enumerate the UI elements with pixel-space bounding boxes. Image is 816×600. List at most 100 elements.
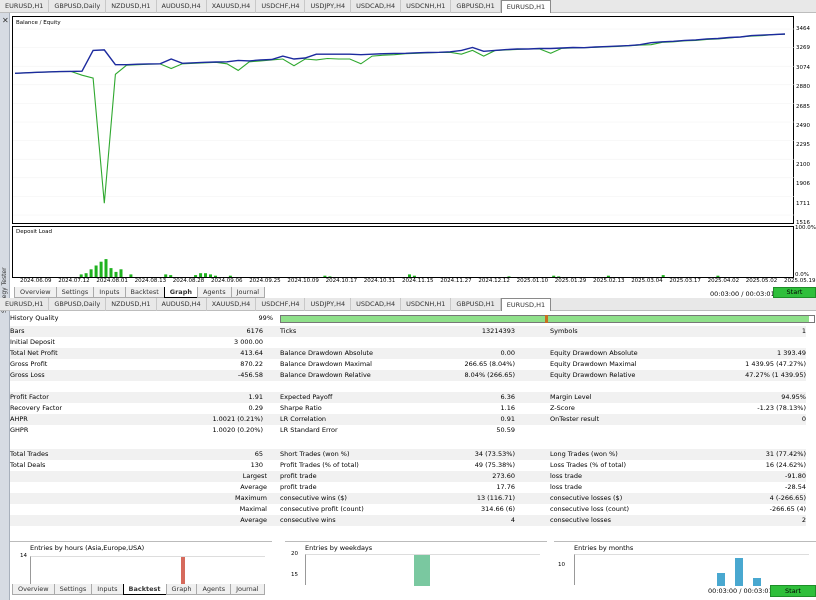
y-tick-label: 2685	[796, 103, 810, 110]
deposit-load-bar	[104, 259, 108, 277]
tab-agents[interactable]: Agents	[196, 287, 232, 298]
report-symbol-tab[interactable]: USDCAD,H4	[351, 298, 402, 311]
report-metric-value: 4	[510, 516, 515, 524]
tab-agents[interactable]: Agents	[196, 584, 232, 595]
report-metric-value: -1.23 (78.13%)	[757, 404, 806, 412]
report-metric-label: Balance Drawdown Maximal	[280, 360, 372, 368]
entries-by-hours-title: Entries by hours (Asia,Europe,USA)	[30, 544, 145, 552]
report-metric-value: -456.58	[237, 371, 263, 379]
symbol-tab[interactable]: USDCNH,H1	[401, 0, 452, 13]
report-symbol-tab[interactable]: EURUSD,H1	[500, 298, 552, 311]
tab-journal[interactable]: Journal	[230, 287, 266, 298]
report-symbol-tab[interactable]: EURUSD,H1	[0, 298, 50, 311]
entries-by-months-chart: Entries by months 10	[554, 541, 816, 586]
tab-graph[interactable]: Graph	[163, 287, 198, 298]
symbol-tab[interactable]: USDCHF,H4	[256, 0, 306, 13]
report-metric-value: 47.27% (1 439.95)	[745, 371, 806, 379]
deposit-load-bar	[94, 265, 98, 277]
report-sub-label: Maximal	[239, 505, 267, 513]
report-metric-value: 31 (77.42%)	[765, 450, 806, 458]
tab-settings[interactable]: Settings	[53, 584, 93, 595]
report-row: Recovery Factor 0.29 Sharpe Ratio 1.16 Z-Sco…	[10, 403, 806, 414]
report-metric-value: 3 000.00	[234, 338, 263, 346]
symbol-tab[interactable]: USDJPY,H4	[305, 0, 352, 13]
symbol-tab[interactable]: AUDUSD,H4	[157, 0, 207, 13]
tab-overview[interactable]: Overview	[14, 287, 57, 298]
symbol-tab[interactable]: EURUSD,H1	[0, 0, 50, 13]
report-symbol-tab[interactable]: GBPUSD,Daily	[49, 298, 107, 311]
chart-x-axis: 2024.06.09 2024.07.12 2024.08.01 2024.08.13…	[12, 278, 816, 286]
report-metric-label: Z-Score	[550, 404, 575, 412]
x-tick-label: 2025.01.10	[516, 278, 549, 284]
symbol-tab[interactable]: EURUSD,H1	[500, 0, 552, 13]
tab-overview[interactable]: Overview	[12, 584, 55, 595]
report-row: AHPR 1.0021 (0.21%) LR Correlation 0.91 OnTe…	[10, 414, 806, 425]
report-row: Maximum consecutive wins ($) 13 (116.71) co…	[10, 493, 806, 504]
report-metric-value: -28.54	[785, 483, 806, 491]
symbol-tab[interactable]: USDCAD,H4	[351, 0, 402, 13]
start-button[interactable]: Start	[773, 287, 816, 298]
report-metric-label: Long Trades (won %)	[550, 450, 618, 458]
symbol-tab[interactable]: XAUUSD,H4	[207, 0, 257, 13]
report-row: Gross Loss -456.58 Balance Drawdown Relati…	[10, 370, 806, 381]
symbol-tab[interactable]: GBPUSD,Daily	[49, 0, 107, 13]
history-quality-row: History Quality 99%	[10, 313, 815, 324]
x-tick-label: 2024.11.15	[402, 278, 434, 284]
entries-charts: Entries by hours (Asia,Europe,USA) 14 En…	[10, 527, 816, 586]
deposit-load-bar	[716, 275, 720, 277]
y-tick-label: 2295	[796, 142, 810, 149]
report-metric-label: Equity Drawdown Relative	[550, 371, 636, 379]
x-tick-label: 2024.08.13	[134, 278, 167, 284]
report-metric-label: Bars	[10, 327, 25, 335]
entries-by-weekdays-ytick2: 15	[291, 572, 298, 578]
entries-by-months-ytick: 10	[558, 562, 565, 568]
tab-journal[interactable]: Journal	[230, 584, 265, 595]
deposit-load-bar	[109, 268, 113, 277]
month-bar-2	[735, 558, 743, 586]
x-tick-label: 2024.06.09	[20, 278, 52, 284]
report-metric-value: 13214393	[481, 327, 515, 335]
history-quality-marker	[545, 315, 548, 323]
report-symbol-tab[interactable]: USDCHF,H4	[256, 298, 306, 311]
report-metric-value: -91.80	[785, 472, 806, 480]
report-metric-label: Recovery Factor	[10, 404, 63, 412]
x-tick-label: 2025.01.29	[554, 278, 587, 284]
report-metric-label: Balance Drawdown Absolute	[280, 349, 373, 357]
report-metric-label: Loss Trades (% of total)	[550, 461, 627, 469]
tab-inputs[interactable]: Inputs	[93, 287, 126, 298]
report-metric-value: 0	[801, 415, 806, 423]
start-button-lower[interactable]: Start	[770, 585, 816, 597]
report-metric-label: Ticks	[280, 327, 297, 335]
symbol-tab[interactable]: GBPUSD,H1	[451, 0, 501, 13]
tab-inputs[interactable]: Inputs	[91, 584, 124, 595]
report-metric-label: Sharpe Ratio	[280, 404, 322, 412]
report-metric-label: Margin Level	[550, 393, 592, 401]
deposit-load-bar	[84, 273, 88, 277]
entries-by-weekdays-plot	[305, 554, 540, 586]
report-symbol-tab[interactable]: NZDUSD,H1	[106, 298, 157, 311]
hours-bar	[181, 557, 185, 586]
x-tick-label: 2025.04.02	[707, 278, 740, 284]
close-icon[interactable]: ✕	[2, 16, 9, 25]
report-symbol-tab[interactable]: USDJPY,H4	[305, 298, 352, 311]
tab-graph[interactable]: Graph	[165, 584, 198, 595]
x-tick-label: 2024.08.28	[172, 278, 205, 284]
report-row: Profit Factor 1.91 Expected Payoff 6.36 Marg…	[10, 392, 806, 403]
symbol-tab[interactable]: NZDUSD,H1	[106, 0, 157, 13]
report-symbol-tab[interactable]: USDCNH,H1	[401, 298, 452, 311]
deposit-load-bar	[328, 276, 332, 277]
deposit-load-bar	[129, 274, 133, 277]
tab-settings[interactable]: Settings	[55, 287, 95, 298]
tab-backtest[interactable]: Backtest	[122, 584, 167, 595]
deposit-load-bar	[228, 275, 232, 277]
deposit-load-bar	[119, 269, 123, 277]
x-tick-label: 2024.09.06	[211, 278, 243, 284]
report-metric-value: 1 439.95 (47.27%)	[745, 360, 806, 368]
report-symbol-tab[interactable]: GBPUSD,H1	[451, 298, 501, 311]
tab-backtest[interactable]: Backtest	[124, 287, 165, 298]
report-symbol-tab[interactable]: AUDUSD,H4	[157, 298, 207, 311]
entries-by-hours-chart: Entries by hours (Asia,Europe,USA) 14	[10, 541, 272, 586]
report-symbol-tab[interactable]: XAUUSD,H4	[207, 298, 257, 311]
report-metric-label: Profit Trades (% of total)	[280, 461, 359, 469]
report-row: Initial Deposit 3 000.00	[10, 337, 806, 348]
